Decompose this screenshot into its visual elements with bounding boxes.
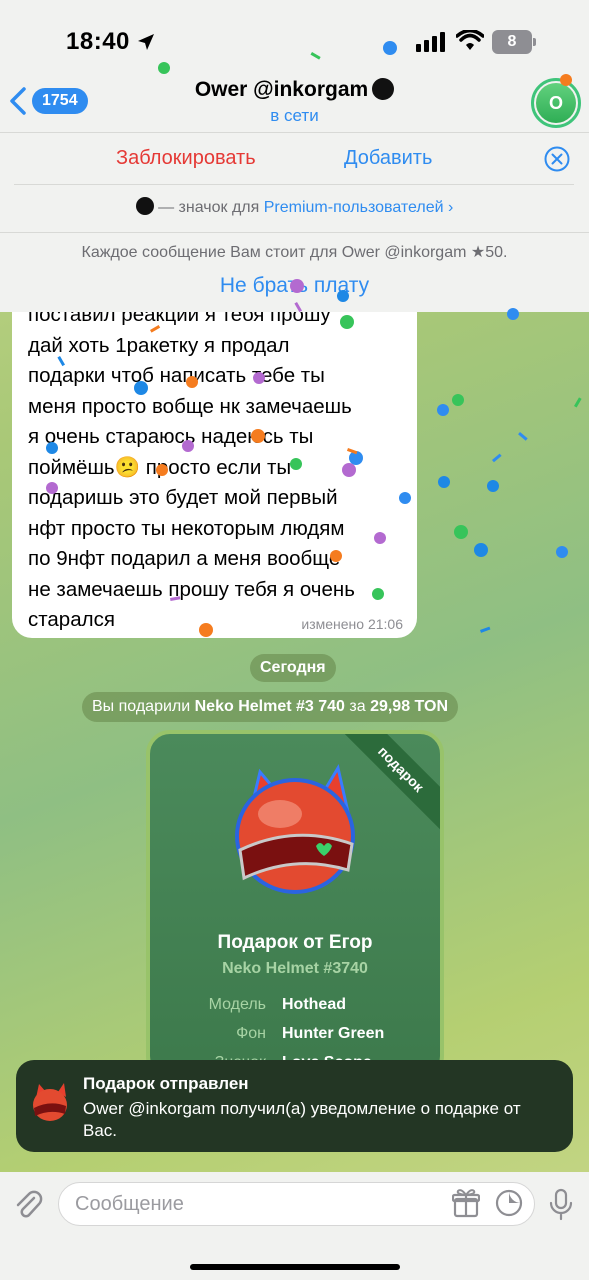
cellular-signal-icon bbox=[416, 32, 445, 52]
premium-badge-icon bbox=[135, 197, 154, 215]
avatar[interactable]: O bbox=[531, 78, 581, 128]
chat-header: 1754 Ower @inkorgam в сети O bbox=[0, 72, 589, 132]
attr-value: Hothead bbox=[282, 996, 346, 1013]
close-circle-icon[interactable] bbox=[544, 146, 570, 172]
attr-label: Модель bbox=[208, 996, 266, 1013]
online-status: в сети bbox=[270, 106, 319, 125]
premium-link[interactable]: Premium-пользователей bbox=[264, 199, 444, 216]
contact-action-row: Заблокировать Добавить bbox=[0, 134, 589, 184]
gift-title: Подарок от Егор bbox=[217, 932, 373, 953]
service-gift-name: Neko Helmet #3 740 bbox=[194, 698, 345, 715]
battery-indicator: 8 bbox=[492, 30, 536, 54]
gift-subtitle: Neko Helmet #3740 bbox=[222, 960, 368, 977]
wifi-icon bbox=[456, 30, 484, 50]
message-composer bbox=[0, 1172, 589, 1280]
block-button[interactable]: Заблокировать bbox=[116, 147, 256, 170]
avatar-letter: O bbox=[536, 83, 576, 123]
message-text: поставил реакции я тебя прошу дай хоть 1… bbox=[28, 303, 355, 631]
attr-value: Hunter Green bbox=[282, 1025, 385, 1042]
paid-messages-notice: Каждое сообщение Вам стоит для Ower @ink… bbox=[0, 234, 589, 312]
status-bar: 18:40 8 bbox=[0, 0, 589, 80]
paid-text-body: Каждое сообщение Вам стоит для Ower @ink… bbox=[81, 244, 467, 261]
microphone-icon[interactable] bbox=[548, 1188, 574, 1222]
gift-card[interactable]: подарок Подарок от Егор Neko Helmet #374… bbox=[146, 730, 444, 1080]
location-arrow-icon bbox=[138, 34, 154, 50]
divider bbox=[0, 132, 589, 133]
neko-helmet-thumbnail-icon bbox=[33, 1083, 67, 1121]
message-edited-time: изменено 21:06 bbox=[301, 616, 403, 632]
chat-title: Ower @inkorgam bbox=[194, 78, 369, 101]
date-separator: Сегодня bbox=[250, 654, 336, 682]
service-price: 29,98 TON bbox=[370, 698, 449, 715]
chevron-right-icon: › bbox=[448, 199, 454, 216]
star-icon: ★ bbox=[470, 244, 486, 261]
waive-fee-button[interactable]: Не брать плату bbox=[220, 274, 369, 298]
chat-top-panel: 18:40 8 1754 Ower @inkorgam в сети O Заб… bbox=[0, 0, 589, 312]
gift-sent-toast[interactable]: Подарок отправлен Ower @inkorgam получил… bbox=[16, 1060, 573, 1152]
status-time: 18:40 bbox=[66, 28, 130, 55]
service-mid: за bbox=[344, 698, 371, 715]
home-indicator bbox=[190, 1264, 400, 1270]
neko-helmet-image bbox=[235, 764, 355, 894]
add-contact-button[interactable]: Добавить bbox=[344, 147, 432, 170]
premium-badge-notice[interactable]: — значок для Premium-пользователей › bbox=[0, 190, 589, 226]
gift-service-message: Вы подарили Neko Helmet #3 740 за 29,98 … bbox=[82, 692, 459, 722]
sticker-icon[interactable] bbox=[494, 1188, 524, 1218]
divider bbox=[14, 184, 574, 185]
battery-level: 8 bbox=[507, 33, 517, 50]
service-prefix: Вы подарили bbox=[92, 698, 195, 715]
toast-body: Ower @inkorgam получил(а) уведомление о … bbox=[83, 1099, 521, 1140]
gift-icon[interactable] bbox=[452, 1188, 480, 1218]
paid-price: 50. bbox=[485, 244, 508, 261]
paid-messages-text: Каждое сообщение Вам стоит для Ower @ink… bbox=[0, 242, 589, 262]
chat-title-area[interactable]: Ower @inkorgam в сети bbox=[0, 78, 589, 126]
attr-label: Фон bbox=[236, 1025, 266, 1042]
premium-badge-icon bbox=[372, 78, 395, 100]
paperclip-icon[interactable] bbox=[12, 1188, 44, 1220]
divider bbox=[0, 232, 589, 233]
toast-title: Подарок отправлен bbox=[83, 1074, 249, 1093]
incoming-message-bubble[interactable]: поставил реакции я тебя прошу дай хоть 1… bbox=[12, 296, 417, 638]
premium-notice-prefix: — значок для bbox=[158, 199, 264, 216]
